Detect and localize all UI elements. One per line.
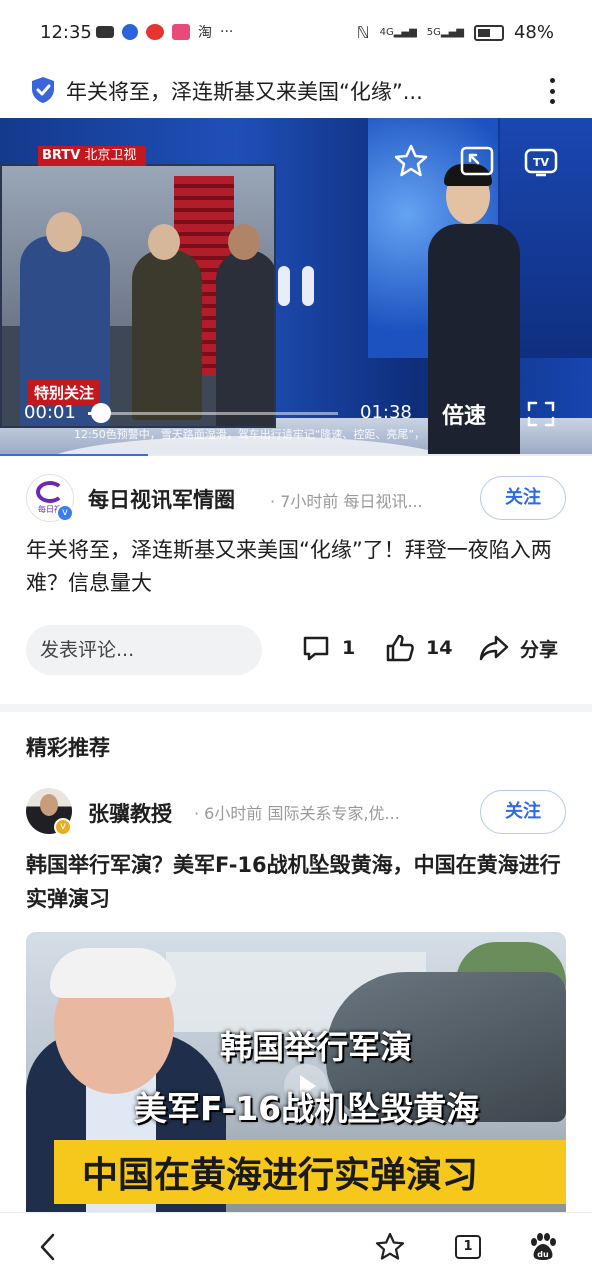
more-options-icon[interactable]	[542, 74, 562, 108]
svg-text:du: du	[537, 1250, 549, 1259]
rec-title[interactable]: 韩国举行军演？美军F-16战机坠毁黄海，中国在黄海进行实弹演习	[26, 848, 570, 916]
share-button[interactable]: 分享	[478, 632, 558, 664]
battery-icon	[473, 24, 504, 41]
tab-count: 1	[455, 1235, 481, 1259]
more-notifications-icon: ···	[220, 24, 234, 40]
share-label: 分享	[520, 638, 559, 661]
tabs-button[interactable]: 1	[448, 1227, 488, 1267]
thumb-caption-2: 美军F-16战机坠毁黄海	[134, 1089, 480, 1128]
rec-follow-button[interactable]: 关注	[480, 790, 566, 834]
camera-icon	[96, 26, 114, 38]
thumb-caption-3: 中国在黄海进行实弹演习	[82, 1155, 479, 1196]
page-title: 年关将至，泽连斯基又来美国“化缘”...	[66, 80, 423, 104]
channel-logo: BRTV 北京卫视	[38, 146, 146, 166]
rec-verified-badge-icon: v	[54, 818, 72, 836]
star-icon[interactable]	[392, 142, 430, 180]
fullscreen-icon[interactable]	[526, 400, 556, 428]
baidu-paw-icon: du	[531, 1233, 556, 1260]
shield-check-icon	[32, 77, 54, 103]
pause-icon[interactable]	[278, 266, 316, 308]
article-title: 年关将至，泽连斯基又来美国“化缘”了！拜登一夜陷入两难？信息量大	[26, 538, 552, 595]
nfc-icon: ℕ	[356, 23, 370, 42]
share-icon	[479, 635, 509, 661]
rec-author-meta: · 6小时前 国际关系专家,优...	[194, 804, 400, 823]
news-ticker: 12:50色预警中，雪天路面湿滑，驾车出行请牢记“降速、控距、亮尾”，	[74, 428, 426, 441]
app-icon	[172, 24, 190, 40]
paw-icon	[122, 24, 138, 40]
status-bar: 12:35 淘 ··· ℕ 4G▂▄▆ 5G▂▄▆ 48%	[0, 0, 592, 66]
status-time: 12:35	[40, 22, 92, 43]
picture-in-picture-icon[interactable]	[458, 142, 496, 180]
baidu-home-button[interactable]: du	[522, 1227, 562, 1267]
rec-thumbnail[interactable]: 韩国举行军演 美军F-16战机坠毁黄海 中国在黄海进行实弹演习	[26, 932, 566, 1212]
back-button[interactable]	[28, 1227, 68, 1267]
section-title: 精彩推荐	[26, 736, 110, 760]
battery-percent: 48%	[513, 22, 554, 43]
status-system-icons: ℕ 4G▂▄▆ 5G▂▄▆ 48%	[357, 22, 554, 43]
rec-author-name[interactable]: 张骥教授	[88, 798, 172, 828]
star-outline-icon	[375, 1232, 405, 1260]
video-player[interactable]: BRTV 北京卫视 TV 特别关注 00:01 01:38 倍速 12:50色预…	[0, 118, 592, 454]
tv-cast-icon[interactable]: TV	[522, 142, 560, 180]
thumbs-up-icon	[386, 634, 414, 662]
verified-badge-icon: v	[56, 504, 74, 522]
bookmark-button[interactable]	[370, 1227, 410, 1267]
signal-4g-icon: 4G▂▄▆	[379, 27, 417, 38]
progress-knob[interactable]	[90, 403, 111, 423]
progress-track[interactable]	[88, 412, 338, 415]
comment-icon	[303, 636, 329, 661]
follow-button[interactable]: 关注	[480, 476, 566, 520]
current-time: 00:01	[24, 402, 76, 423]
duration: 01:38	[360, 402, 412, 423]
title-bar: 年关将至，泽连斯基又来美国“化缘”...	[0, 66, 592, 118]
weibo-icon	[146, 24, 164, 40]
svg-text:TV: TV	[533, 156, 550, 169]
bottom-nav: 1 du	[0, 1212, 592, 1280]
author-meta: · 7小时前 每日视讯...	[270, 492, 423, 511]
thumb-caption-1: 韩国举行军演	[220, 1028, 413, 1066]
like-button[interactable]: 14	[384, 632, 452, 664]
comment-button[interactable]: 1	[300, 632, 355, 664]
status-notification-icons: 淘 ···	[96, 22, 233, 42]
author-name[interactable]: 每日视讯军情圈	[88, 484, 235, 514]
back-arrow-icon	[40, 1233, 55, 1261]
like-count: 14	[426, 637, 453, 659]
load-indicator	[0, 454, 148, 456]
comment-input[interactable]: 发表评论...	[26, 625, 262, 675]
signal-5g-icon: 5G▂▄▆	[426, 27, 464, 38]
taobao-icon: 淘	[198, 25, 212, 41]
comment-count: 1	[342, 637, 356, 659]
